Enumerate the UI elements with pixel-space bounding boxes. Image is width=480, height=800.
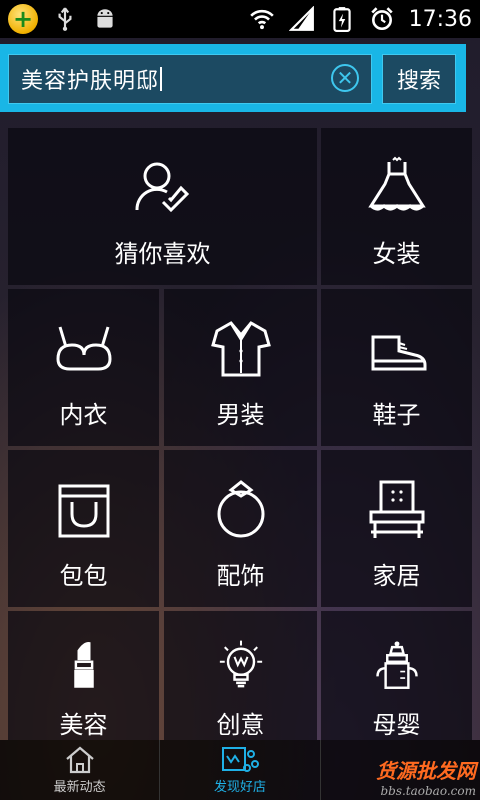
- category-men[interactable]: 男装: [164, 289, 317, 446]
- category-label: 创意: [216, 711, 265, 739]
- watermark-url: bbs.taobao.com: [380, 784, 476, 798]
- wifi-icon: [249, 9, 274, 30]
- category-shoes[interactable]: 鞋子: [321, 289, 472, 446]
- android-icon: [97, 9, 113, 28]
- category-beauty[interactable]: 美容: [8, 611, 159, 740]
- category-label: 包包: [59, 562, 108, 590]
- category-label: 男装: [216, 401, 265, 429]
- lipstick-icon: [73, 642, 94, 688]
- category-label: 内衣: [59, 401, 108, 429]
- category-label: 鞋子: [372, 401, 421, 429]
- nav-discover-shops[interactable]: 发现好店: [159, 740, 319, 800]
- ring-icon: [217, 480, 264, 538]
- category-label: 猜你喜欢: [114, 240, 211, 268]
- nav-third[interactable]: 货源批发网 bbs.taobao.com: [319, 740, 480, 800]
- category-women[interactable]: 女装: [321, 128, 472, 285]
- home-icon: [65, 746, 94, 773]
- category-label: 女装: [372, 240, 421, 268]
- shoe-icon: [371, 335, 426, 371]
- nav-label: 发现好店: [213, 779, 266, 795]
- dress-icon: [367, 156, 426, 211]
- signal-icon: [288, 6, 314, 31]
- status-time: 17:36: [408, 6, 472, 32]
- bag-icon: [58, 484, 109, 538]
- search-button[interactable]: 搜索: [382, 54, 456, 104]
- person-check-icon: [134, 162, 189, 213]
- category-underwear[interactable]: 内衣: [8, 289, 159, 446]
- status-bar: + 17:36: [0, 0, 480, 38]
- bottle-icon: [375, 641, 418, 689]
- nav-latest-updates[interactable]: 最新动态: [0, 740, 159, 800]
- nav-label: 最新动态: [53, 779, 106, 795]
- alarm-icon: [370, 7, 393, 31]
- usb-icon: [58, 7, 72, 31]
- watermark: 货源批发网 bbs.taobao.com: [376, 755, 476, 798]
- bottom-nav: 最新动态 发现好店 货源批发网 bbs.taobao.com: [0, 740, 480, 800]
- watermark-title: 货源批发网: [375, 759, 476, 783]
- shirt-icon: [210, 321, 271, 377]
- category-label: 配饰: [216, 562, 265, 590]
- text-cursor: [160, 67, 163, 91]
- search-input[interactable]: 美容护肤明邸 ✕: [8, 54, 372, 104]
- category-label: 家居: [372, 562, 421, 590]
- clear-search-button[interactable]: ✕: [331, 64, 359, 92]
- bra-icon: [55, 326, 112, 371]
- category-guess-you-like[interactable]: 猜你喜欢: [8, 128, 317, 285]
- chair-icon: [369, 480, 424, 538]
- discover-icon: [221, 746, 259, 772]
- app-badge-icon: +: [8, 4, 38, 34]
- category-baby[interactable]: 母婴: [321, 611, 472, 740]
- category-accessories[interactable]: 配饰: [164, 450, 317, 607]
- category-creative[interactable]: 创意: [164, 611, 317, 740]
- category-home[interactable]: 家居: [321, 450, 472, 607]
- bulb-icon: [219, 640, 262, 688]
- category-label: 母婴: [372, 711, 421, 739]
- category-bags[interactable]: 包包: [8, 450, 159, 607]
- category-label: 美容: [59, 711, 108, 739]
- search-query-text: 美容护肤明邸: [21, 69, 160, 94]
- battery-icon: [332, 7, 351, 32]
